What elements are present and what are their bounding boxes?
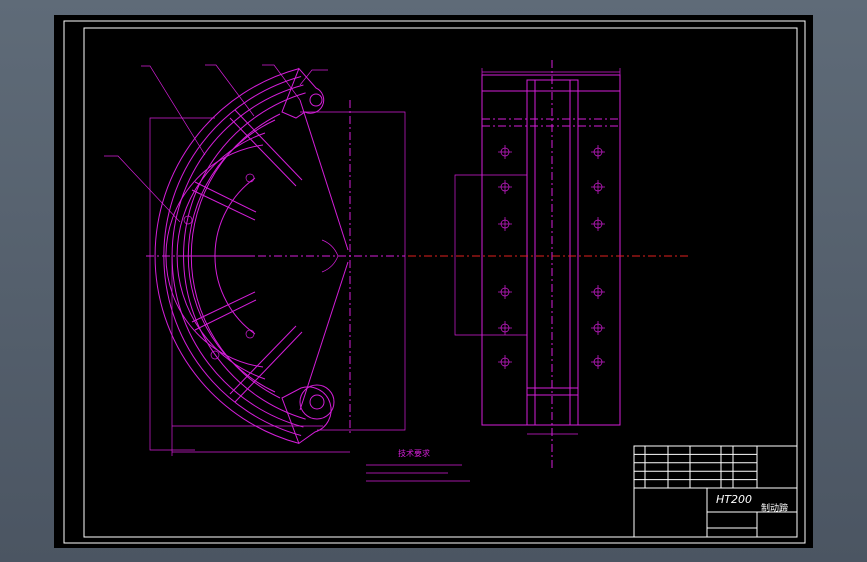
material-label: HT200 bbox=[716, 493, 752, 506]
drawing-canvas[interactable]: 技术要求 HT200 制动蹄 bbox=[0, 0, 867, 562]
part-name-label: 制动蹄 bbox=[761, 502, 788, 514]
cad-viewport[interactable]: 技术要求 HT200 制动蹄 bbox=[0, 0, 867, 562]
tech-req-title: 技术要求 bbox=[398, 448, 430, 458]
